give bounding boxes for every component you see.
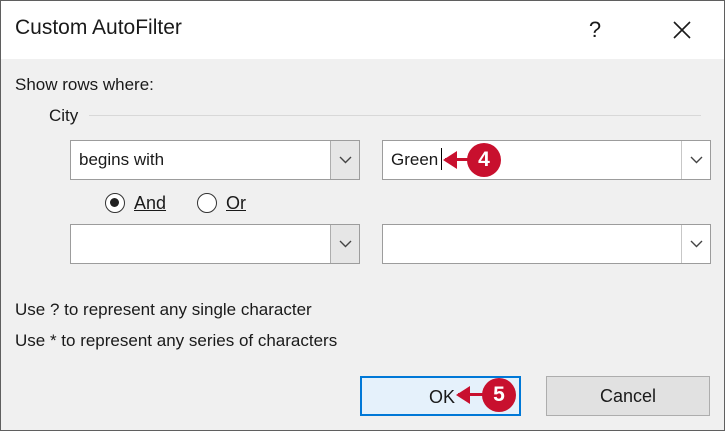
operator2-dropdown-button[interactable] [330,225,359,263]
custom-autofilter-dialog: Custom AutoFilter ? Show rows where: Cit… [0,0,725,431]
field-name-label: City [49,106,79,125]
or-label[interactable]: Or [226,193,246,214]
operator1-combo[interactable]: begins with [70,140,360,180]
callout-number: 4 [467,143,501,177]
operator1-dropdown-button[interactable] [330,141,359,179]
callout-number: 5 [482,378,516,412]
callout-arrow-icon [443,151,457,169]
value2-dropdown-button[interactable] [681,225,710,263]
callout-step-5: 5 [456,378,518,412]
close-icon [673,21,691,39]
callout-step-4: 4 [443,143,501,177]
show-rows-label: Show rows where: [15,75,154,94]
chevron-down-icon [690,156,702,164]
title-bar: Custom AutoFilter ? [1,1,724,59]
ok-label: OK [429,387,456,407]
and-radio[interactable] [105,193,125,213]
value1-combo[interactable]: Green [382,140,711,180]
close-button[interactable] [653,1,711,59]
chevron-down-icon [339,156,351,164]
and-label[interactable]: And [134,193,166,214]
cancel-label: Cancel [599,385,657,406]
hint-single-char: Use ? to represent any single character [15,300,312,319]
chevron-down-icon [690,240,702,248]
value2-combo[interactable] [382,224,711,264]
callout-arrow-icon [456,386,470,404]
group-divider [89,115,701,116]
operator2-combo[interactable] [70,224,360,264]
help-button[interactable]: ? [566,1,624,59]
dialog-title: Custom AutoFilter [15,16,182,39]
or-radio[interactable] [197,193,217,213]
hint-series-chars: Use * to represent any series of charact… [15,331,338,350]
chevron-down-icon [339,240,351,248]
value1-dropdown-button[interactable] [681,141,710,179]
operator1-value: begins with [79,150,165,169]
value1-text[interactable]: Green [391,150,438,170]
cancel-button[interactable]: Cancel [546,376,710,416]
text-cursor [441,148,442,170]
help-icon: ? [588,17,602,42]
